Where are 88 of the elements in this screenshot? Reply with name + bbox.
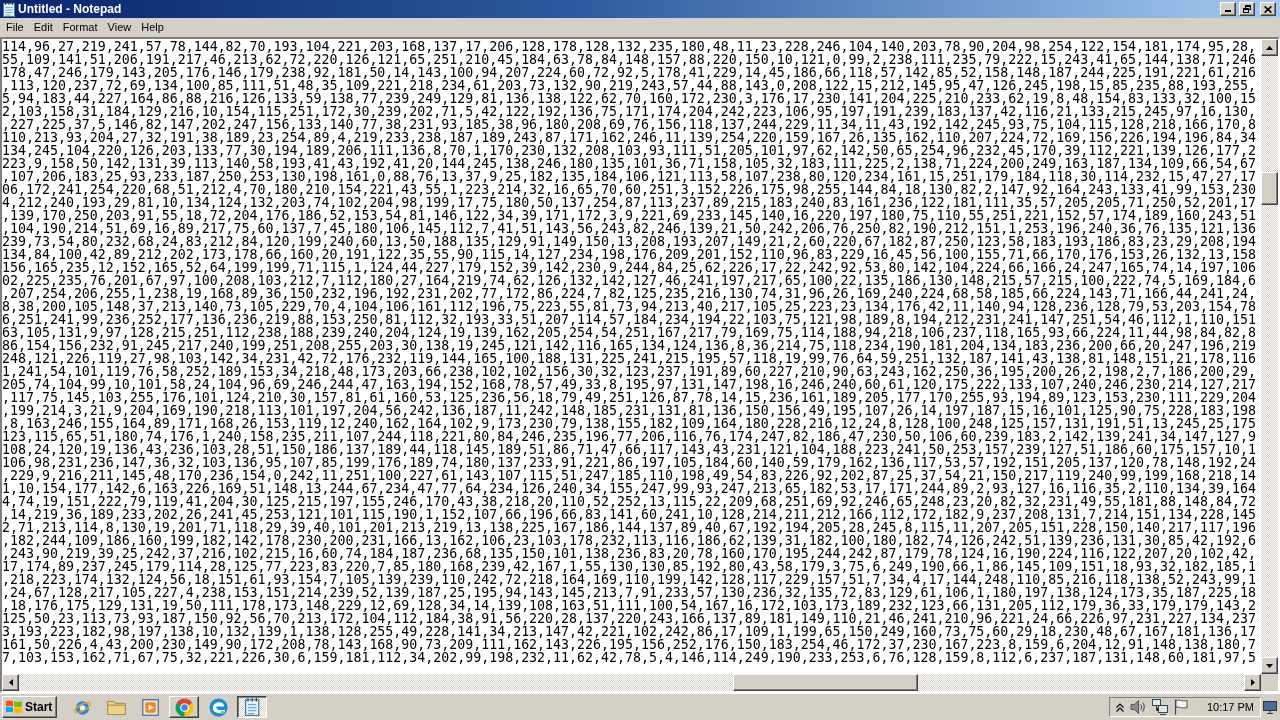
text-line: ,139,170,250,203,91,55,18,72,204,176,186,52,153,54,81,146,122,34,39,171,172,3,9,221,69,233,145,140,16,220,197,180,75,110,55,251,221,152,57,174,189,160,243,51 xyxy=(2,209,1256,222)
text-line: 7,103,153,162,71,67,75,32,221,226,30,6,159,181,112,34,202,99,198,232,11,62,42,78,5,4,146,114,249,190,233,253,6,76,128,159,8,112,6,237,187,131,148,60,181,97,5 xyxy=(2,651,1256,664)
text-line: 02,225,235,76,201,67,97,100,208,103,212,7,112,180,27,164,219,74,62,126,132,142,127,46,241,197,217,65,100,22,135,186,130,148,215,57,215,100,222,74,5,169,184,6 xyxy=(2,274,1256,287)
close-icon xyxy=(1264,5,1272,13)
scroll-right-button[interactable] xyxy=(1244,674,1261,691)
speaker-icon xyxy=(1129,699,1146,715)
scroll-left-button[interactable] xyxy=(2,674,19,691)
text-line: ,199,214,3,21,9,204,169,190,218,113,101,197,204,56,242,136,187,11,242,148,185,231,131,81,136,150,156,49,195,107,26,14,197,187,15,16,101,125,90,75,228,183,198 xyxy=(2,404,1256,417)
text-line: ,207,254,206,255,1,238,19,168,89,36,150,232,196,192,231,202,77,172,86,224,7,82,125,235,216,130,74,31,96,26,169,240,224,68,58,185,66,224,143,71,166,44,241,24, xyxy=(2,287,1256,300)
restore-icon xyxy=(1243,5,1251,13)
scroll-up-button[interactable] xyxy=(1261,39,1278,56)
notepad-icon xyxy=(3,1,15,17)
text-line: 178,47,246,179,143,205,176,146,179,238,92,181,50,14,143,100,94,207,224,60,72,92,5,178,41,229,14,45,186,66,118,57,142,85,52,158,148,187,244,225,191,221,61,216 xyxy=(2,66,1256,79)
text-line: ,218,223,174,132,124,56,18,151,61,93,154,7,105,139,239,110,242,72,218,164,169,110,199,142,128,117,229,157,51,7,34,4,17,144,248,110,85,216,118,138,52,243,99,1 xyxy=(2,573,1256,586)
text-line: 4,212,240,193,29,81,10,134,124,132,203,74,102,204,98,199,17,75,180,50,137,254,87,113,237,89,215,183,240,83,161,236,122,181,111,35,57,205,205,71,250,52,201,17 xyxy=(2,196,1256,209)
text-line: 17,174,89,237,245,179,114,28,125,77,223,83,220,7,85,180,168,239,42,167,1,55,130,130,85,192,80,43,58,179,3,75,6,249,190,66,1,86,145,109,151,18,93,32,182,185,1 xyxy=(2,560,1256,573)
text-line: 2,71,213,114,8,130,19,201,71,118,29,39,40,101,201,213,219,13,138,225,167,186,144,137,89,40,67,192,194,205,28,245,8,115,11,207,205,151,228,150,140,217,117,196 xyxy=(2,521,1256,534)
vertical-scrollbar[interactable] xyxy=(1261,39,1278,674)
taskbar-button[interactable] xyxy=(237,696,268,718)
window-title: Untitled - Notepad xyxy=(18,2,122,16)
clock: 10:17 PM xyxy=(1206,701,1254,713)
text-line: 63,105,131,9,97,128,215,251,112,238,188,239,240,204,124,19,139,162,205,254,54,251,167,217,79,169,75,114,188,94,218,106,237,118,165,93,66,224,11,44,98,84,82,8 xyxy=(2,326,1256,339)
scrollbar-thumb[interactable] xyxy=(733,674,918,691)
flag-icon xyxy=(1173,699,1188,715)
down-arrow-icon xyxy=(1266,663,1273,668)
text-line: ,107,206,183,25,93,233,187,250,253,130,198,161,0,88,76,13,37,9,25,182,135,184,106,121,113,58,107,238,80,120,234,161,15,251,179,184,118,30,114,232,15,47,27,17 xyxy=(2,170,1256,183)
text-line: 239,73,54,80,232,68,24,83,212,84,120,199,240,60,13,50,188,135,129,91,149,150,13,208,193,207,149,21,2,60,220,67,182,87,250,123,58,183,193,186,83,23,29,208,194 xyxy=(2,235,1256,248)
play-icon xyxy=(141,698,159,716)
text-line: ,227,225,37,5,146,82,147,202,247,156,133,140,77,38,231,93,185,38,96,180,208,69,76,156,118,137,244,229,11,34,11,43,192,142,245,93,75,104,115,128,218,166,170,8 xyxy=(2,118,1256,131)
text-line: 106,98,231,236,147,36,32,103,136,95,107,85,199,176,189,74,180,137,233,91,221,86,197,105,184,60,140,59,179,162,136,117,53,57,192,151,205,137,120,78,148,192,24 xyxy=(2,456,1256,469)
text-line: ,113,120,237,72,69,134,100,85,111,51,48,35,109,221,218,234,61,203,73,132,90,219,243,57,44,88,143,0,208,122,15,212,145,95,47,126,245,198,15,85,235,88,193,255, xyxy=(2,79,1256,92)
text-line: ,14,219,36,189,233,202,26,241,45,253,121,101,115,190,1,152,107,66,196,66,83,141,60,241,10,128,214,211,212,166,112,172,182,9,237,208,131,7,214,151,134,228,145 xyxy=(2,508,1256,521)
text-line: ,8,163,246,155,164,89,171,168,26,153,119,12,240,162,164,102,9,173,230,79,138,155,182,109,164,180,228,216,12,24,8,128,100,248,125,157,131,191,51,13,245,25,175 xyxy=(2,417,1256,430)
text-line: 223,9,158,50,142,131,39,113,140,58,193,41,43,192,41,20,144,245,138,246,180,135,101,36,71,158,105,32,183,111,225,2,138,71,224,200,249,163,187,134,109,66,54,67 xyxy=(2,157,1256,170)
text-line: 123,115,65,51,180,74,176,1,240,158,235,211,107,244,118,221,80,84,246,235,196,77,206,116,76,174,247,82,186,47,230,50,106,60,239,183,2,142,139,241,34,147,127,9 xyxy=(2,430,1256,443)
text-line: 1,10,154,177,142,6,163,226,169,51,148,13,244,67,234,47,77,64,234,126,240,34,155,247,99,93,247,213,65,182,53,17,171,244,89,2,93,127,16,116,35,2,110,134,39,164 xyxy=(2,482,1256,495)
desktop-icon xyxy=(1263,700,1277,714)
menu-item[interactable]: Format xyxy=(57,19,103,36)
text-line: 248,121,226,119,27,98,103,142,34,231,42,72,176,232,119,144,165,100,188,131,225,241,215,195,57,118,19,99,76,64,59,251,132,187,141,43,138,81,148,151,21,178,116 xyxy=(2,352,1256,365)
text-line: 110,213,93,204,27,32,191,38,189,23,254,89,4,219,233,238,187,189,243,87,171,162,246,11,139,254,220,159,167,26,135,162,110,207,224,72,169,156,226,194,196,84,34 xyxy=(2,131,1256,144)
text-line: ,229,9,216,211,145,48,170,236,154,0,242,11,251,100,227,61,143,107,115,51,247,185,110,198,49,54,83,226,92,202,87,25,37,54,21,150,217,119,240,99,199,168,218,14 xyxy=(2,469,1256,482)
text-line: 205,74,104,99,10,101,58,24,104,96,69,246,244,47,163,194,152,168,78,57,49,33,8,195,97,131,147,198,16,246,240,60,61,120,175,222,133,107,240,246,230,214,127,217 xyxy=(2,378,1256,391)
text-editor[interactable] xyxy=(0,37,1280,693)
close-button[interactable] xyxy=(1260,2,1276,16)
scrollbar-thumb[interactable] xyxy=(1261,172,1278,205)
start-button[interactable]: Start xyxy=(2,696,58,718)
text-line: 55,109,141,51,206,191,217,46,213,62,72,220,126,121,65,251,210,45,184,63,78,84,148,157,88,220,150,10,121,0,99,2,238,111,235,79,222,15,243,41,65,144,138,71,246 xyxy=(2,53,1256,66)
text-line: ,18,176,175,129,131,19,50,111,178,173,148,229,12,69,128,34,14,139,108,163,51,111,100,54,167,16,172,103,173,189,232,123,66,131,205,112,179,36,33,179,179,143,2 xyxy=(2,599,1256,612)
text-line: 108,24,120,19,136,43,236,103,28,51,150,186,137,189,44,118,145,189,51,86,71,47,66,117,143,43,231,121,104,188,223,241,50,253,157,239,127,51,186,60,175,157,10,1 xyxy=(2,443,1256,456)
text-line: 4,74,19,151,222,79,119,41,204,30,125,215,197,155,246,170,43,38,218,20,110,52,252,13,115,22,209,68,251,69,92,246,65,248,23,20,82,32,231,49,55,181,88,148,84,72 xyxy=(2,495,1256,508)
network-icon xyxy=(1151,699,1168,715)
text-line: 2,103,158,31,184,129,216,10,154,115,251,172,30,239,202,71,5,42,122,192,136,75,171,174,204,242,223,106,95,197,191,239,183,137,42,116,21,133,215,245,97,16,130, xyxy=(2,105,1256,118)
right-arrow-icon xyxy=(1250,679,1255,686)
text-line: 86,154,156,232,91,245,217,240,199,251,208,255,203,30,138,19,245,121,142,116,165,134,124,136,8,36,214,75,118,234,190,181,204,134,183,236,200,66,20,247,196,219 xyxy=(2,339,1256,352)
minimize-button[interactable] xyxy=(1220,2,1236,16)
text-line: 134,245,104,220,126,203,133,77,30,194,189,206,111,136,8,70,1,170,230,132,208,103,93,111,51,205,101,97,62,142,50,65,254,96,232,45,170,39,112,221,139,126,177,2 xyxy=(2,144,1256,157)
menu-item[interactable]: File xyxy=(1,19,29,36)
text-line: 3,193,223,182,98,197,138,10,132,139,1,138,128,255,49,228,141,34,213,147,42,221,102,242,86,17,109,1,199,65,150,249,160,73,75,60,29,18,230,48,67,167,181,136,17 xyxy=(2,625,1256,638)
text-line: 114,96,27,219,241,57,78,144,82,70,193,104,221,203,168,137,17,206,128,178,128,132,235,180,48,11,23,228,246,104,140,203,78,90,204,98,254,122,154,181,174,95,28, xyxy=(2,40,1256,53)
horizontal-scrollbar[interactable] xyxy=(2,674,1261,691)
restore-button[interactable] xyxy=(1239,2,1255,16)
folder-icon xyxy=(106,699,126,715)
up-arrow-icon xyxy=(1266,45,1273,50)
text-line: 8,38,200,105,148,37,213,140,73,105,229,70,4,104,106,161,112,196,75,223,55,81,73,94,213,40,217,105,25,223,23,134,176,42,11,140,94,128,236,128,79,53,203,154,78 xyxy=(2,300,1256,313)
menu-item[interactable]: Edit xyxy=(28,19,58,36)
text-line: 125,50,23,113,73,93,187,150,92,56,70,213,172,104,112,184,38,91,56,220,28,137,220,243,166,137,89,181,149,110,21,46,241,210,96,221,24,66,226,97,231,227,134,237 xyxy=(2,612,1256,625)
windows-logo-icon xyxy=(6,700,22,714)
menu-item[interactable]: Help xyxy=(136,19,169,36)
minimize-icon xyxy=(1225,10,1231,12)
text-line: ,182,244,109,186,160,199,182,142,178,230,200,231,166,13,162,106,23,103,178,232,113,116,186,62,139,31,182,100,180,182,74,126,242,51,139,236,131,30,85,42,192,6 xyxy=(2,534,1256,547)
left-arrow-icon xyxy=(8,679,13,686)
scroll-down-button[interactable] xyxy=(1261,657,1278,674)
text-line: ,243,90,219,39,25,242,37,216,102,215,16,60,74,184,187,236,68,135,150,101,138,236,83,20,78,160,170,195,244,242,87,179,78,124,16,190,224,116,122,207,20,102,42, xyxy=(2,547,1256,560)
chevron-up-icon xyxy=(1115,702,1124,712)
text-line: 5,94,183,44,227,164,86,88,216,126,133,59,138,77,239,249,129,81,136,138,122,62,70,160,172,230,3,176,17,230,141,204,225,210,233,62,19,8,48,154,83,133,32,100,15 xyxy=(2,92,1256,105)
wheel-icon xyxy=(174,697,194,717)
text-line: ,117,75,145,103,255,176,101,124,210,30,157,81,61,160,53,125,236,56,18,79,49,251,126,87,78,14,15,236,161,189,205,177,170,255,93,194,89,123,153,230,111,229,204 xyxy=(2,391,1256,404)
text-line: 134,84,100,42,89,212,202,173,178,66,160,20,191,122,35,55,90,115,14,127,234,198,176,209,201,152,110,96,83,229,16,45,56,100,155,71,66,170,176,153,26,132,13,158 xyxy=(2,248,1256,261)
text-line: 1,241,54,101,119,76,58,252,189,153,34,218,48,173,203,66,238,102,102,156,30,32,123,237,191,89,60,227,210,90,63,243,162,250,36,195,200,26,2,198,2,7,186,200,29, xyxy=(2,365,1256,378)
text-line: ,104,190,214,51,69,16,89,217,75,60,137,7,45,180,106,145,112,7,41,51,143,56,243,82,246,139,21,50,242,206,76,250,82,190,212,151,1,253,196,240,36,76,135,121,136 xyxy=(2,222,1256,235)
text-line: 156,165,235,12,152,165,52,64,199,199,71,115,1,124,44,227,179,152,39,142,230,9,244,84,25,62,226,17,22,242,92,53,80,142,104,224,66,166,24,247,165,74,14,197,106 xyxy=(2,261,1256,274)
text-line: 6,251,241,99,236,252,177,136,236,219,88,153,250,81,112,32,193,33,51,207,114,57,184,234,194,22,103,75,121,98,189,8,194,212,231,241,147,251,54,46,112,1,110,151 xyxy=(2,313,1256,326)
text-line: 06,172,241,254,220,68,51,212,4,70,180,210,154,221,43,55,1,223,214,32,16,65,70,60,251,3,152,226,175,98,255,144,84,18,130,82,2,147,92,164,243,133,41,99,153,230 xyxy=(2,183,1256,196)
text-line: ,24,67,128,217,105,227,4,238,153,151,214,239,52,139,187,25,195,94,143,145,213,7,91,233,57,130,236,32,135,72,83,129,61,106,1,180,197,138,124,173,35,187,225,18 xyxy=(2,586,1256,599)
text-line: 161,50,226,4,43,200,230,149,90,172,208,78,143,168,90,73,209,111,162,143,226,195,156,252,176,150,183,254,46,172,37,230,167,223,8,159,6,204,12,91,148,138,180,7 xyxy=(2,638,1256,651)
notepad-icon xyxy=(245,698,260,716)
menu-item[interactable]: View xyxy=(102,19,137,36)
swirl-icon xyxy=(208,697,228,717)
